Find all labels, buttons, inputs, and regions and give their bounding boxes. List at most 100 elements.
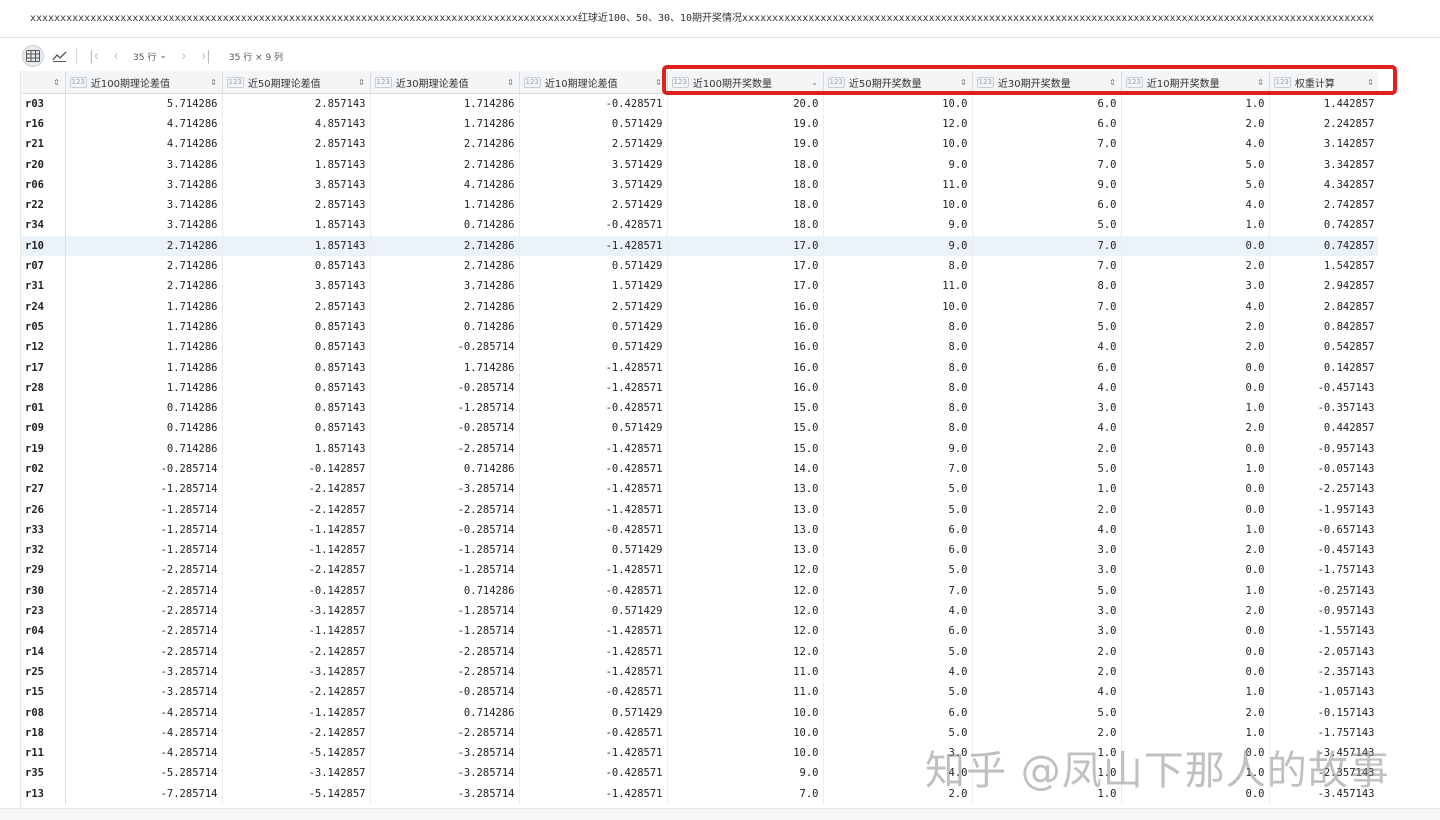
column-header[interactable]: 123 近30期开奖数量 ⇕ [972, 71, 1122, 94]
table-cell[interactable]: 3.342857 [1269, 154, 1378, 175]
table-cell[interactable]: 0.714286 [65, 397, 223, 419]
table-cell[interactable]: -3.285714 [370, 743, 520, 764]
table-cell[interactable]: -0.457143 [1269, 377, 1378, 398]
table-cell[interactable]: 9.0 [823, 154, 973, 175]
table-cell[interactable]: 8.0 [823, 255, 973, 277]
table-cell[interactable]: 12.0 [667, 580, 824, 601]
table-cell[interactable]: -1.057143 [1269, 682, 1378, 703]
table-cell[interactable]: 0.0 [1121, 499, 1270, 520]
table-cell[interactable]: -3.285714 [65, 661, 223, 683]
table-row[interactable]: r28 1.714286 0.857143 -0.285714 -1.428571 16.… [21, 377, 1378, 398]
table-cell[interactable]: -1.285714 [370, 397, 520, 419]
table-cell[interactable]: 2.0 [1121, 702, 1270, 723]
rows-per-page-select[interactable]: 35 行 ⌄ [133, 50, 167, 63]
row-id-cell[interactable]: r18 [21, 722, 66, 743]
table-cell[interactable]: -2.142857 [222, 682, 371, 703]
row-id-cell[interactable]: r11 [21, 743, 66, 764]
table-cell[interactable]: -0.285714 [370, 418, 520, 439]
table-cell[interactable]: 8.0 [972, 276, 1122, 297]
table-cell[interactable]: 12.0 [667, 560, 824, 581]
table-cell[interactable]: -0.285714 [370, 519, 520, 541]
first-page-icon[interactable]: |‹ [83, 49, 105, 64]
table-cell[interactable]: 4.0 [972, 519, 1122, 541]
table-cell[interactable]: -2.257143 [1269, 479, 1378, 500]
table-cell[interactable]: 9.0 [972, 174, 1122, 195]
row-id-cell[interactable]: r24 [21, 296, 66, 317]
table-cell[interactable]: 0.571429 [519, 113, 668, 135]
table-cell[interactable]: 3.571429 [519, 154, 668, 175]
table-cell[interactable]: -0.428571 [519, 519, 668, 541]
table-cell[interactable]: 0.714286 [370, 458, 520, 480]
table-cell[interactable]: -1.957143 [1269, 499, 1378, 520]
table-cell[interactable]: -3.142857 [222, 600, 371, 622]
table-cell[interactable]: 0.0 [1121, 357, 1270, 378]
row-id-cell[interactable]: r22 [21, 194, 66, 216]
table-cell[interactable]: -1.757143 [1269, 560, 1378, 581]
table-cell[interactable]: 2.0 [972, 499, 1122, 520]
table-cell[interactable]: 5.0 [823, 682, 973, 703]
table-cell[interactable]: -5.142857 [222, 783, 371, 804]
table-cell[interactable]: 0.857143 [222, 377, 371, 398]
table-cell[interactable]: -3.285714 [65, 682, 223, 703]
table-cell[interactable]: 2.857143 [222, 93, 371, 114]
table-cell[interactable]: -2.285714 [65, 600, 223, 622]
table-cell[interactable]: -0.428571 [519, 93, 668, 114]
table-row[interactable]: r17 1.714286 0.857143 1.714286 -1.428571 16.0… [21, 357, 1378, 378]
table-row[interactable]: r26 -1.285714 -2.142857 -2.285714 -1.428571 1… [21, 499, 1378, 520]
table-cell[interactable]: 2.714286 [370, 154, 520, 175]
table-cell[interactable]: 4.0 [972, 682, 1122, 703]
table-cell[interactable]: 16.0 [667, 316, 824, 338]
table-cell[interactable]: 5.0 [972, 316, 1122, 338]
table-cell[interactable]: 0.714286 [370, 316, 520, 338]
table-cell[interactable]: 3.571429 [519, 174, 668, 195]
table-cell[interactable]: 4.0 [972, 337, 1122, 358]
table-cell[interactable]: 1.714286 [370, 194, 520, 216]
table-cell[interactable]: 3.0 [972, 600, 1122, 622]
table-cell[interactable]: -0.457143 [1269, 540, 1378, 561]
table-cell[interactable]: -3.142857 [222, 763, 371, 784]
horizontal-scrollbar[interactable] [0, 808, 1440, 820]
table-cell[interactable]: 1.714286 [65, 316, 223, 338]
sort-desc-icon[interactable]: ⌄ [811, 78, 819, 87]
row-id-cell[interactable]: r34 [21, 215, 66, 236]
prev-page-icon[interactable]: ‹ [105, 49, 127, 64]
table-cell[interactable]: 11.0 [823, 276, 973, 297]
table-cell[interactable]: 1.714286 [65, 337, 223, 358]
table-row[interactable]: r16 4.714286 4.857143 1.714286 0.571429 19.0 1… [21, 113, 1378, 135]
table-cell[interactable]: 2.0 [1121, 540, 1270, 561]
table-cell[interactable]: 18.0 [667, 154, 824, 175]
table-cell[interactable]: 5.0 [972, 215, 1122, 236]
table-cell[interactable]: -5.142857 [222, 743, 371, 764]
table-cell[interactable]: 2.571429 [519, 134, 668, 155]
row-id-cell[interactable]: r08 [21, 702, 66, 723]
table-cell[interactable]: -0.957143 [1269, 438, 1378, 459]
table-cell[interactable]: 0.0 [1121, 641, 1270, 662]
table-row[interactable]: r12 1.714286 0.857143 -0.285714 0.571429 16.0… [21, 337, 1378, 358]
table-cell[interactable]: 1.714286 [65, 357, 223, 378]
table-cell[interactable]: 4.714286 [65, 134, 223, 155]
row-id-cell[interactable]: r31 [21, 276, 66, 297]
table-cell[interactable]: 0.714286 [370, 702, 520, 723]
table-cell[interactable]: 17.0 [667, 255, 824, 277]
table-row[interactable]: r02 -0.285714 -0.142857 0.714286 -0.428571 14… [21, 458, 1378, 480]
table-cell[interactable]: 5.0 [823, 479, 973, 500]
table-cell[interactable]: 0.571429 [519, 418, 668, 439]
table-cell[interactable]: 0.857143 [222, 357, 371, 378]
table-cell[interactable]: 2.714286 [370, 235, 520, 256]
table-cell[interactable]: 10.0 [823, 296, 973, 317]
table-cell[interactable]: -1.285714 [370, 560, 520, 581]
table-cell[interactable]: 3.0 [1121, 276, 1270, 297]
table-row[interactable]: r08 -4.285714 -1.142857 0.714286 0.571429 10.… [21, 702, 1378, 723]
table-cell[interactable]: 12.0 [667, 621, 824, 642]
table-row[interactable]: r23 -2.285714 -3.142857 -1.285714 0.571429 12… [21, 600, 1378, 622]
table-cell[interactable]: 2.0 [1121, 337, 1270, 358]
table-cell[interactable]: 18.0 [667, 174, 824, 195]
table-cell[interactable]: -0.428571 [519, 580, 668, 601]
row-id-cell[interactable]: r02 [21, 458, 66, 480]
table-cell[interactable]: 0.0 [1121, 560, 1270, 581]
row-id-cell[interactable]: r17 [21, 357, 66, 378]
table-cell[interactable]: 8.0 [823, 357, 973, 378]
table-cell[interactable]: 2.857143 [222, 296, 371, 317]
table-cell[interactable]: 1.857143 [222, 154, 371, 175]
table-cell[interactable]: 0.857143 [222, 397, 371, 419]
